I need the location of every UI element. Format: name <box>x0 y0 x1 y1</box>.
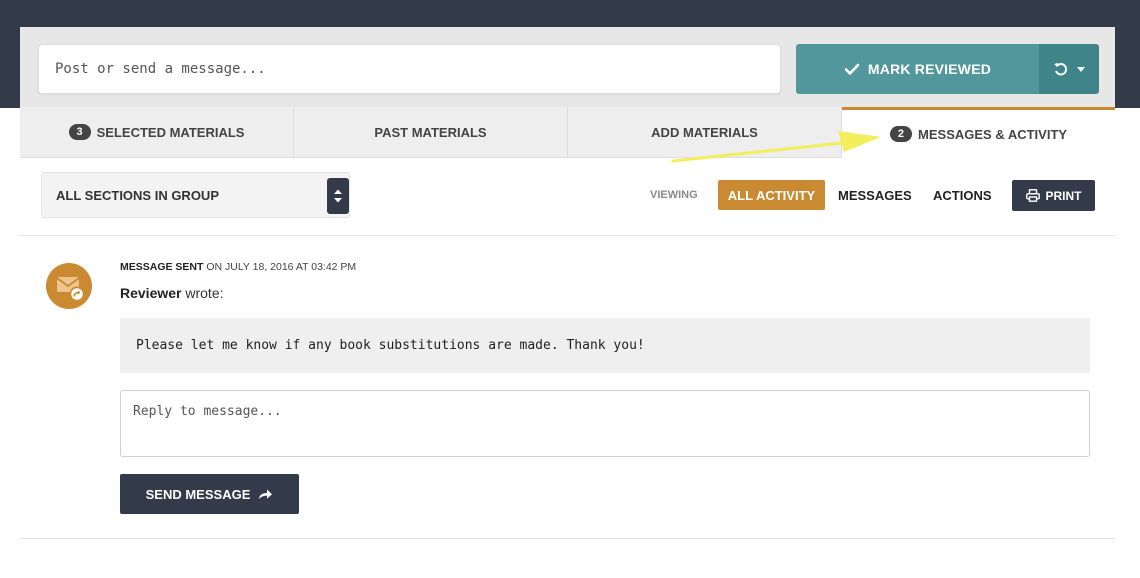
tab-messages-activity[interactable]: 2 MESSAGES & ACTIVITY <box>842 107 1115 158</box>
print-button[interactable]: PRINT <box>1012 180 1095 211</box>
tab-add-materials[interactable]: ADD MATERIALS <box>568 107 842 157</box>
reply-input[interactable] <box>120 390 1090 457</box>
material-tabs: 3 SELECTED MATERIALS PAST MATERIALS ADD … <box>20 107 1115 158</box>
check-icon <box>844 63 860 75</box>
envelope-icon <box>56 277 85 302</box>
viewing-label: VIEWING <box>650 189 698 201</box>
print-label: PRINT <box>1045 188 1082 203</box>
tab-label: SELECTED MATERIALS <box>96 124 245 140</box>
message-sent-avatar <box>46 263 92 309</box>
select-arrows-icon <box>327 178 349 214</box>
tab-past-materials[interactable]: PAST MATERIALS <box>294 107 568 157</box>
review-panel: MARK REVIEWED 3 SELECTED MATERIALS PAST … <box>20 27 1115 578</box>
filter-actions[interactable]: ACTIONS <box>933 188 992 203</box>
message-status: MESSAGE SENT <box>120 261 204 273</box>
refresh-icon <box>1053 62 1067 76</box>
print-icon <box>1025 189 1040 202</box>
message-body: Please let me know if any book substitut… <box>120 318 1090 373</box>
mark-reviewed-dropdown-button[interactable] <box>1039 44 1099 94</box>
divider <box>20 538 1115 539</box>
section-select-value: ALL SECTIONS IN GROUP <box>56 187 219 203</box>
section-select[interactable]: ALL SECTIONS IN GROUP <box>41 172 350 218</box>
message-author: Reviewer <box>120 285 182 301</box>
post-message-input[interactable] <box>38 44 781 94</box>
tab-label: PAST MATERIALS <box>374 124 487 140</box>
message-wrote: wrote: <box>185 285 224 301</box>
mark-reviewed-label: MARK REVIEWED <box>867 61 992 77</box>
tab-selected-materials[interactable]: 3 SELECTED MATERIALS <box>20 107 294 157</box>
messages-count-badge: 2 <box>889 126 913 142</box>
mark-reviewed-button[interactable]: MARK REVIEWED <box>796 44 1039 94</box>
tab-label: ADD MATERIALS <box>651 124 758 140</box>
caret-down-icon <box>1076 67 1085 72</box>
selected-count-badge: 3 <box>68 124 91 140</box>
activity-toolbar: ALL SECTIONS IN GROUP VIEWING ALL ACTIVI… <box>20 158 1115 236</box>
tab-label: MESSAGES & ACTIVITY <box>918 126 1068 142</box>
send-message-button[interactable]: SEND MESSAGE <box>120 474 299 514</box>
message-author-line: Reviewer wrote: <box>120 285 224 301</box>
filter-messages[interactable]: MESSAGES <box>838 188 912 203</box>
share-icon <box>259 489 273 499</box>
composer-bar: MARK REVIEWED <box>20 27 1115 107</box>
send-message-label: SEND MESSAGE <box>145 486 251 502</box>
message-date: ON JULY 18, 2016 AT 03:42 PM <box>206 261 357 273</box>
message-meta: MESSAGE SENT ON JULY 18, 2016 AT 03:42 P… <box>120 261 356 273</box>
filter-all-activity[interactable]: ALL ACTIVITY <box>718 180 825 210</box>
